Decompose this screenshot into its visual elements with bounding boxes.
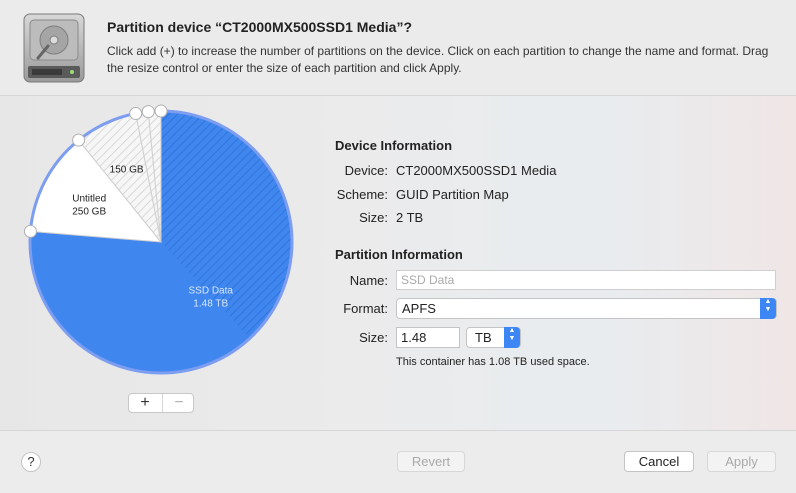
- dialog-footer: ? Revert Cancel Apply: [0, 430, 796, 493]
- size-label: Size:: [359, 330, 388, 345]
- add-remove-control: + −: [128, 393, 194, 413]
- resize-handle[interactable]: [141, 105, 155, 119]
- size-unit-select[interactable]: TB ▲ ▼: [466, 327, 521, 348]
- device-size-value: 2 TB: [396, 210, 424, 225]
- device-size-label: Size:: [359, 210, 388, 225]
- partition-name-field[interactable]: SSD Data: [396, 270, 776, 290]
- scheme-value: GUID Partition Map: [396, 187, 509, 202]
- partition-size-field[interactable]: 1.48: [396, 327, 460, 348]
- unit-arrows-icon: ▲ ▼: [504, 327, 520, 348]
- dialog-title: Partition device “CT2000MX500SSD1 Media”…: [107, 19, 412, 35]
- add-partition-button[interactable]: +: [129, 394, 161, 412]
- resize-handle[interactable]: [23, 224, 37, 238]
- device-value: CT2000MX500SSD1 Media: [396, 163, 557, 178]
- remove-partition-button[interactable]: −: [162, 394, 195, 412]
- partition-info-heading: Partition Information: [335, 247, 463, 262]
- cancel-button[interactable]: Cancel: [624, 451, 694, 472]
- pie-slice-label: 150 GB: [110, 164, 144, 175]
- scheme-label: Scheme:: [336, 187, 388, 202]
- pie-slice-label: 250 GB: [72, 207, 106, 218]
- format-value: APFS: [402, 301, 436, 316]
- resize-handle[interactable]: [72, 133, 86, 147]
- dialog-header: Partition device “CT2000MX500SSD1 Media”…: [0, 0, 796, 96]
- device-label: Device:: [344, 163, 388, 178]
- dialog-description: Click add (+) to increase the number of …: [107, 44, 769, 75]
- used-space-note: This container has 1.08 TB used space.: [396, 356, 590, 368]
- format-select[interactable]: APFS ▲ ▼: [396, 298, 777, 319]
- pie-slice-label: SSD Data: [188, 285, 233, 296]
- partition-panel: SSD Data 1.48 TB Untitled 250 GB 150 GB + − …: [0, 96, 796, 430]
- hard-drive-icon: [23, 13, 85, 83]
- select-arrows-icon: ▲ ▼: [760, 298, 776, 319]
- device-info-heading: Device Information: [335, 138, 453, 153]
- pie-slice-label: Untitled: [72, 194, 106, 205]
- help-button[interactable]: ?: [21, 452, 41, 472]
- resize-handle[interactable]: [154, 104, 168, 118]
- revert-button[interactable]: Revert: [397, 451, 465, 472]
- resize-handle[interactable]: [129, 106, 143, 120]
- size-unit-value: TB: [475, 330, 492, 345]
- format-label: Format:: [343, 301, 388, 316]
- pie-slice-label: 1.48 TB: [193, 298, 228, 309]
- apply-button[interactable]: Apply: [707, 451, 776, 472]
- name-label: Name:: [349, 273, 388, 288]
- partition-pie-chart[interactable]: SSD Data 1.48 TB Untitled 250 GB 150 GB: [0, 96, 330, 396]
